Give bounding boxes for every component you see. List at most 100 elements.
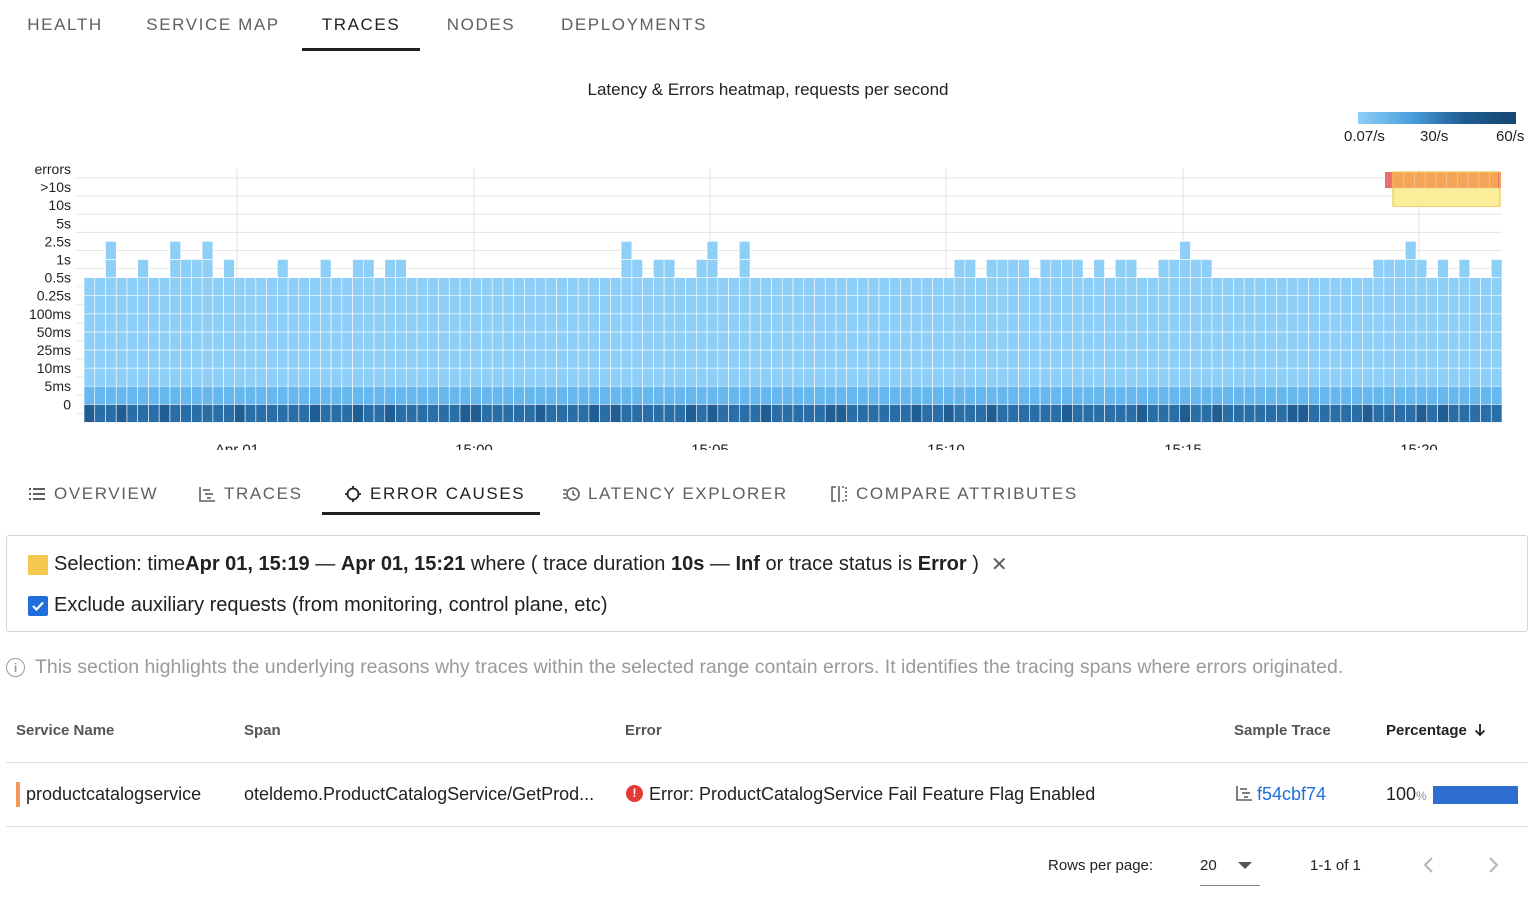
tab-service-map[interactable]: SERVICE MAP	[130, 0, 296, 52]
heatmap-cell	[1243, 277, 1256, 296]
heatmap-cell	[169, 331, 181, 351]
y-tick-label: 0.5s	[45, 270, 71, 286]
sample-trace-link[interactable]: f54cbf74	[1257, 784, 1326, 804]
heatmap-cell	[653, 295, 665, 315]
heatmap-cell	[1319, 385, 1331, 405]
heatmap-cell	[148, 367, 160, 387]
heatmap-cell	[1190, 331, 1202, 351]
subtab-latency-explorer[interactable]: LATENCY EXPLORER	[562, 474, 788, 514]
subtab-traces[interactable]: TRACES	[198, 474, 303, 514]
rows-per-page-select[interactable]: 20	[1200, 850, 1260, 886]
close-icon[interactable]: ✕	[991, 552, 1008, 577]
heatmap-cell	[212, 404, 224, 423]
heatmap-cell	[212, 331, 224, 351]
heatmap-cell	[169, 241, 181, 260]
heatmap-cell	[1136, 295, 1148, 315]
heatmap-cell	[588, 277, 600, 296]
heatmap-cell	[771, 367, 783, 387]
heatmap-cell	[1276, 404, 1288, 423]
heatmap-cell	[191, 259, 203, 278]
heatmap-cell	[330, 385, 343, 405]
heatmap-cell	[1480, 385, 1492, 405]
heatmap-cell	[1243, 385, 1256, 405]
subtab-overview[interactable]: OVERVIEW	[28, 474, 158, 514]
prev-page-button[interactable]	[1418, 854, 1440, 876]
heatmap-cell	[599, 349, 611, 369]
col-service-name[interactable]: Service Name	[16, 722, 114, 739]
error-cell	[1446, 171, 1458, 189]
subtab-error-causes[interactable]: ERROR CAUSES	[322, 474, 540, 515]
heatmap-cell	[953, 367, 966, 387]
heatmap-cell	[255, 367, 267, 387]
heatmap-cell	[900, 313, 912, 333]
heatmap-cell	[1093, 277, 1105, 296]
col-span[interactable]: Span	[244, 722, 281, 739]
col-percentage[interactable]: Percentage	[1386, 722, 1487, 739]
heatmap-cell	[717, 367, 729, 387]
exclude-aux-label: Exclude auxiliary requests (from monitor…	[54, 594, 608, 616]
heatmap-cell	[1405, 241, 1417, 260]
heatmap-cell	[771, 349, 783, 369]
heatmap-cell	[1222, 277, 1234, 296]
col-sample-trace[interactable]: Sample Trace	[1234, 722, 1331, 739]
heatmap-cell	[1007, 385, 1019, 405]
heatmap-cell	[534, 385, 547, 405]
heatmap-cell	[1072, 404, 1084, 423]
error-cell	[1403, 171, 1415, 189]
heatmap-cell	[459, 367, 472, 387]
heatmap-cell	[438, 385, 450, 405]
heatmap-cell	[1265, 295, 1277, 315]
heatmap-cell	[1157, 404, 1170, 423]
selection-time-from: Apr 01, 15:19	[185, 553, 310, 575]
heatmap-cell	[502, 367, 514, 387]
rows-per-page-label: Rows per page:	[1048, 857, 1154, 874]
row-sample-trace[interactable]: f54cbf74	[1235, 784, 1326, 805]
latency-heatmap[interactable]: errors >10s 10s 5s 2.5s 1s 0.5s 0.25s 100ms 50ms 2…	[0, 160, 1536, 450]
heatmap-cell	[1125, 313, 1138, 333]
heatmap-cell	[320, 385, 332, 405]
heatmap-cell	[1082, 295, 1095, 315]
heatmap-cell	[1319, 295, 1331, 315]
heatmap-cell	[384, 331, 396, 351]
heatmap-cell	[244, 367, 257, 387]
heatmap-cell	[642, 367, 654, 387]
subtab-compare-attributes[interactable]: COMPARE ATTRIBUTES	[830, 474, 1078, 514]
heatmap-cell	[706, 404, 719, 423]
heatmap-cell	[857, 404, 869, 423]
tab-nodes[interactable]: NODES	[432, 0, 530, 52]
heatmap-cell	[1265, 277, 1277, 296]
subtab-error-causes-label: ERROR CAUSES	[370, 484, 526, 503]
heatmap-cell	[105, 349, 117, 369]
next-page-button[interactable]	[1482, 854, 1504, 876]
heatmap-cell	[1179, 259, 1191, 278]
exclude-aux-checkbox[interactable]	[28, 595, 48, 616]
heatmap-cell	[1093, 259, 1105, 278]
heatmap-cell	[1104, 331, 1116, 351]
heatmap-cell	[534, 277, 547, 296]
heatmap-cell	[395, 295, 407, 315]
tab-deployments[interactable]: DEPLOYMENTS	[546, 0, 722, 52]
col-error[interactable]: Error	[625, 722, 662, 739]
tab-traces[interactable]: TRACES	[302, 0, 420, 52]
heatmap-cell	[384, 385, 396, 405]
y-tick-label: 1s	[56, 252, 71, 268]
heatmap-cell	[1157, 277, 1170, 296]
heatmap-cell	[320, 277, 332, 296]
heatmap-cell	[524, 277, 536, 296]
heatmap-cell	[1254, 313, 1266, 333]
tab-health[interactable]: HEALTH	[12, 0, 118, 52]
heatmap-cell	[1190, 277, 1202, 296]
heatmap-cell	[1211, 295, 1223, 315]
heatmap-cell	[491, 313, 504, 333]
heatmap-cell	[1276, 277, 1288, 296]
heatmap-cell	[921, 404, 933, 423]
heatmap-cell	[1308, 367, 1320, 387]
heatmap-cell	[1351, 367, 1363, 387]
heatmap-cell	[1200, 295, 1213, 315]
heatmap-cell	[1190, 313, 1202, 333]
heatmap-cell	[1039, 277, 1052, 296]
selection-dash: —	[309, 553, 341, 575]
heatmap-cell	[1426, 404, 1438, 423]
heatmap-cell	[1254, 349, 1266, 369]
heatmap-cell	[1061, 259, 1073, 278]
